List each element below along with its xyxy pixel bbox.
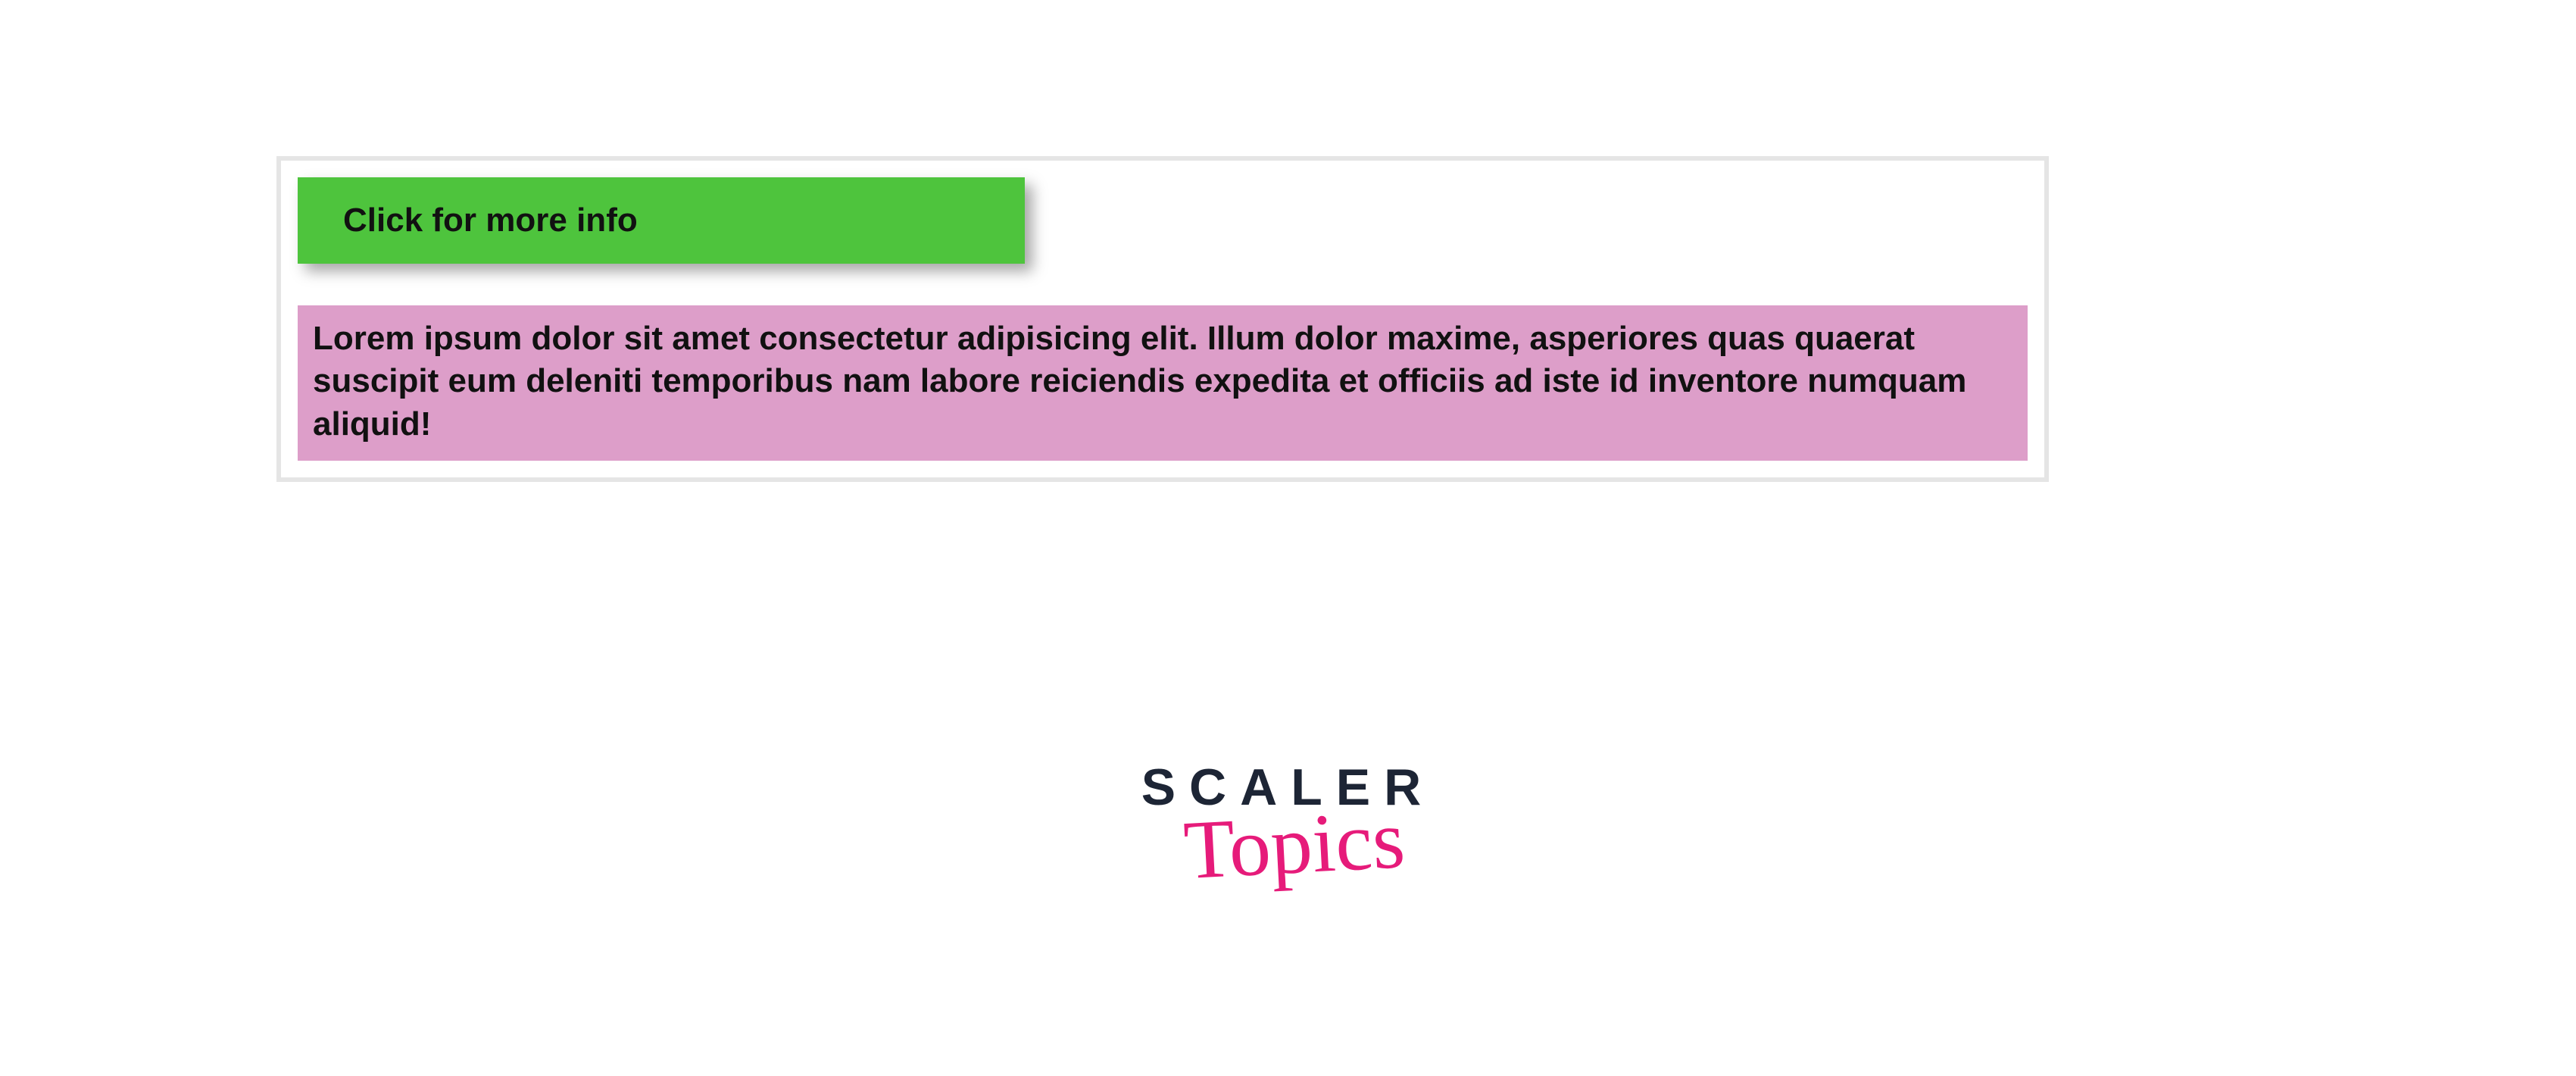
logo-line-2: Topics <box>1182 797 1407 892</box>
more-info-button[interactable]: Click for more info <box>298 177 1025 264</box>
scaler-topics-logo: SCALER Topics <box>0 758 2576 887</box>
demo-container: Click for more info Lorem ipsum dolor si… <box>276 156 2049 482</box>
info-panel: Lorem ipsum dolor sit amet consectetur a… <box>298 305 2028 461</box>
